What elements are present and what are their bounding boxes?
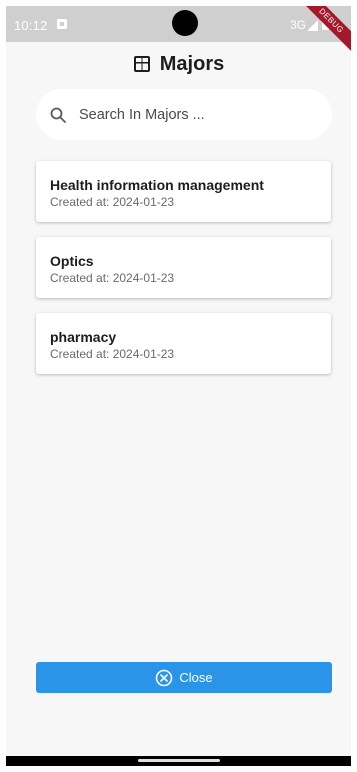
search-input[interactable] [79, 106, 299, 123]
page-title: Majors [159, 52, 225, 75]
status-time: 10:12 [14, 18, 48, 33]
close-button[interactable]: Close [36, 662, 332, 693]
close-button-label: Close [179, 670, 213, 685]
app-screen: 10:12 3G DEBUG Majors Health information… [6, 6, 351, 766]
major-created-date: Created at: 2024-01-23 [50, 347, 175, 361]
major-name: Optics [50, 253, 94, 269]
close-circle-icon [156, 669, 173, 686]
page-header: Majors [6, 50, 351, 78]
notification-icon [57, 19, 67, 29]
major-card[interactable]: Optics Created at: 2024-01-23 [36, 237, 331, 298]
signal-icon [307, 20, 318, 31]
search-bar[interactable] [36, 89, 332, 140]
home-indicator[interactable] [138, 759, 220, 762]
network-type: 3G [290, 18, 307, 32]
major-name: pharmacy [50, 329, 117, 345]
status-bar: 10:12 3G DEBUG [6, 6, 351, 59]
major-created-date: Created at: 2024-01-23 [50, 271, 175, 285]
camera-cutout [172, 10, 198, 36]
major-created-date: Created at: 2024-01-23 [50, 195, 175, 209]
table-icon [133, 56, 150, 72]
major-card[interactable]: pharmacy Created at: 2024-01-23 [36, 313, 331, 374]
major-card[interactable]: Health information management Created at… [36, 161, 331, 222]
navigation-bar [6, 756, 351, 766]
major-name: Health information management [50, 177, 264, 193]
search-icon [50, 107, 66, 123]
